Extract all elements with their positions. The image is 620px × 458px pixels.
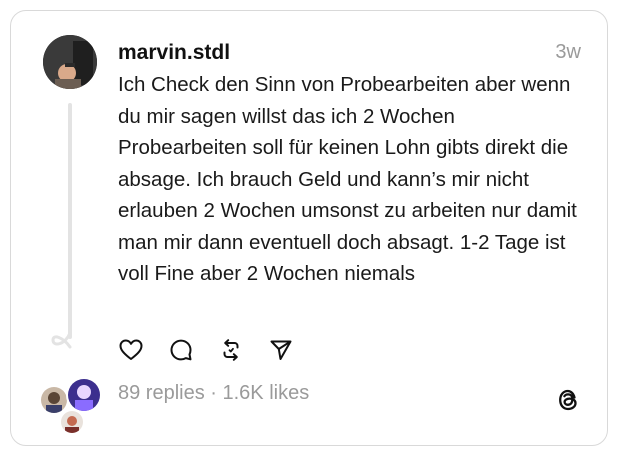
repost-button[interactable] bbox=[218, 337, 244, 363]
stats-separator: · bbox=[204, 382, 223, 404]
post-text: Ich Check den Sinn von Probearbeiten abe… bbox=[118, 73, 577, 285]
replier-avatar[interactable] bbox=[66, 377, 102, 413]
reply-button[interactable] bbox=[168, 337, 194, 363]
replies-count[interactable]: 89 replies bbox=[118, 382, 205, 404]
author-username[interactable]: marvin.stdl bbox=[118, 41, 230, 65]
heart-icon bbox=[119, 339, 143, 360]
share-button[interactable] bbox=[268, 337, 294, 363]
action-bar bbox=[118, 337, 294, 363]
like-button[interactable] bbox=[118, 337, 144, 363]
likes-count[interactable]: 1.6K likes bbox=[223, 382, 310, 404]
thread-curl bbox=[51, 331, 72, 349]
comment-icon bbox=[170, 339, 192, 361]
replier-avatar[interactable] bbox=[59, 409, 85, 435]
post-timestamp: 3w bbox=[555, 41, 581, 63]
send-icon bbox=[270, 340, 292, 360]
post-card: marvin.stdl 3w Ich Check den Sinn von Pr… bbox=[10, 10, 608, 446]
post-stats: 89 replies · 1.6K likes bbox=[118, 382, 309, 405]
repost-icon bbox=[223, 339, 239, 361]
author-avatar[interactable] bbox=[43, 35, 97, 89]
thread-line bbox=[68, 103, 72, 339]
threads-logo-icon[interactable] bbox=[555, 386, 581, 414]
